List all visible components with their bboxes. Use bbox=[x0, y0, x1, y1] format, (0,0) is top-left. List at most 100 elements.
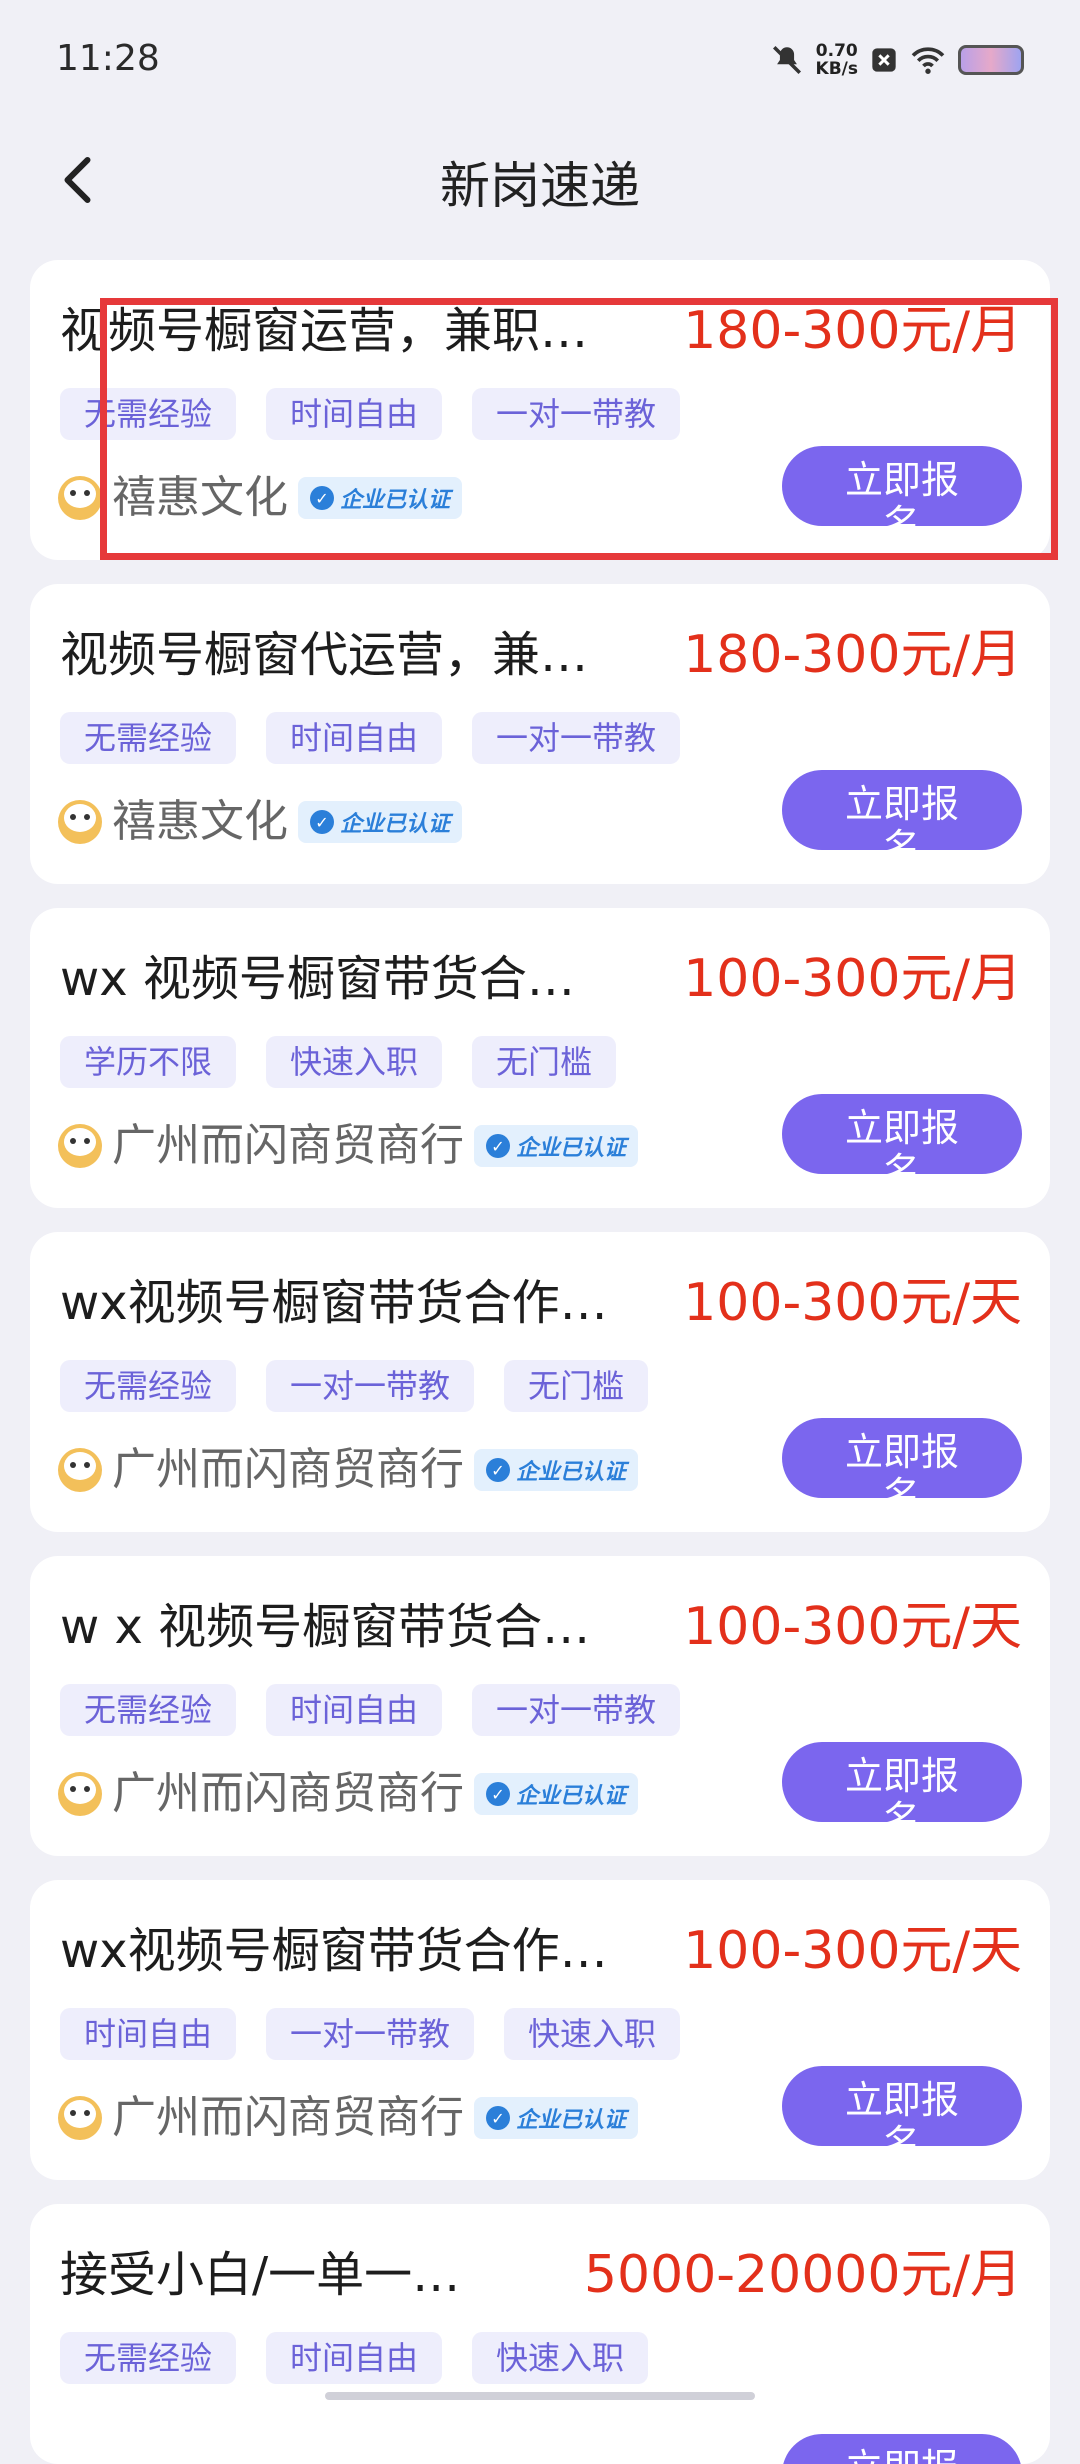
notification-x-icon bbox=[872, 48, 896, 72]
job-card[interactable]: 视频号橱窗代运营，兼… 180-300元/月 无需经验 时间自由 一对一带教 禧… bbox=[30, 584, 1050, 884]
check-icon: ✓ bbox=[486, 1134, 510, 1158]
job-tag: 一对一带教 bbox=[266, 1360, 475, 1412]
job-title: wx视频号橱窗带货合作… bbox=[60, 1923, 608, 1979]
job-tags: 无需经验 时间自由 一对一带教 bbox=[60, 712, 681, 764]
apply-button[interactable]: 立即报名 bbox=[782, 2434, 1022, 2464]
job-tag: 无需经验 bbox=[60, 1360, 237, 1412]
job-salary: 100-300元/天 bbox=[683, 1273, 1022, 1333]
battery-icon bbox=[958, 45, 1024, 75]
job-card[interactable]: wx 视频号橱窗带货合… 100-300元/月 学历不限 快速入职 无门槛 广州… bbox=[30, 908, 1050, 1208]
job-card[interactable]: w x 视频号橱窗带货合… 100-300元/天 无需经验 时间自由 一对一带教… bbox=[30, 1556, 1050, 1856]
check-icon: ✓ bbox=[486, 1458, 510, 1482]
job-tag: 一对一带教 bbox=[266, 2008, 475, 2060]
verified-badge: ✓ 企业已认证 bbox=[298, 801, 463, 843]
home-indicator[interactable] bbox=[325, 2392, 755, 2400]
job-tag: 无需经验 bbox=[60, 712, 237, 764]
job-tag: 无门槛 bbox=[504, 1360, 649, 1412]
company-name: 广州而闪商贸商行 bbox=[112, 1444, 464, 1495]
job-tag: 无需经验 bbox=[60, 2332, 237, 2384]
apply-button[interactable]: 立即报名 bbox=[782, 1094, 1022, 1174]
company-info: 广州而闪商贸商行 ✓ 企业已认证 bbox=[58, 1118, 639, 1174]
company-avatar bbox=[58, 476, 102, 520]
job-tag: 无门槛 bbox=[472, 1036, 617, 1088]
status-bar: 11:28 0.70 KB/s bbox=[0, 0, 1080, 120]
job-title: wx 视频号橱窗带货合… bbox=[60, 951, 575, 1007]
job-tag: 快速入职 bbox=[266, 1036, 443, 1088]
job-tags: 时间自由 一对一带教 快速入职 bbox=[60, 2008, 681, 2060]
apply-label: 立即报名 bbox=[844, 1106, 959, 1174]
job-salary: 100-300元/天 bbox=[683, 1921, 1022, 1981]
status-icons: 0.70 KB/s bbox=[770, 38, 1024, 82]
job-title: 接受小白/一单一… bbox=[60, 2247, 461, 2303]
verified-badge: ✓ 企业已认证 bbox=[474, 1125, 639, 1167]
job-tag: 无需经验 bbox=[60, 1684, 237, 1736]
check-icon: ✓ bbox=[486, 1782, 510, 1806]
page-title: 新岗速递 bbox=[440, 157, 640, 215]
job-tag: 快速入职 bbox=[504, 2008, 681, 2060]
job-tag: 学历不限 bbox=[60, 1036, 237, 1088]
speed-value: 0.70 bbox=[815, 41, 858, 61]
nav-bar: 新岗速递 bbox=[0, 120, 1080, 238]
apply-label: 立即报名 bbox=[844, 1754, 959, 1822]
job-tags: 学历不限 快速入职 无门槛 bbox=[60, 1036, 617, 1088]
job-tags: 无需经验 时间自由 快速入职 bbox=[60, 2332, 649, 2384]
apply-button[interactable]: 立即报名 bbox=[782, 2066, 1022, 2146]
job-tag: 时间自由 bbox=[60, 2008, 237, 2060]
apply-label: 立即报名 bbox=[844, 782, 959, 850]
job-tag: 时间自由 bbox=[266, 712, 443, 764]
job-tag: 时间自由 bbox=[266, 1684, 443, 1736]
company-info: 广州而闪商贸商行 ✓ 企业已认证 bbox=[58, 1766, 639, 1822]
highlight-box bbox=[100, 298, 1058, 560]
verified-label: 企业已认证 bbox=[516, 1784, 627, 1809]
company-info: 广州而闪商贸商行 ✓ 企业已认证 bbox=[58, 2090, 639, 2146]
job-title: w x 视频号橱窗带货合… bbox=[60, 1599, 591, 1655]
job-tag: 时间自由 bbox=[266, 2332, 443, 2384]
company-name: 禧惠文化 bbox=[112, 796, 288, 847]
job-tags: 无需经验 时间自由 一对一带教 bbox=[60, 1684, 681, 1736]
speed-indicator: 0.70 KB/s bbox=[816, 42, 858, 78]
apply-label: 立即报名 bbox=[844, 1430, 959, 1498]
job-tag: 一对一带教 bbox=[472, 1684, 681, 1736]
apply-label: 立即报名 bbox=[832, 2446, 972, 2464]
company-avatar bbox=[58, 800, 102, 844]
check-icon: ✓ bbox=[310, 810, 334, 834]
job-card[interactable]: 接受小白/一单一… 5000-20000元/月 无需经验 时间自由 快速入职 立… bbox=[30, 2204, 1050, 2464]
company-avatar bbox=[58, 1448, 102, 1492]
verified-badge: ✓ 企业已认证 bbox=[474, 1773, 639, 1815]
job-card[interactable]: wx视频号橱窗带货合作… 100-300元/天 无需经验 一对一带教 无门槛 广… bbox=[30, 1232, 1050, 1532]
job-tag: 快速入职 bbox=[472, 2332, 649, 2384]
company-name: 广州而闪商贸商行 bbox=[112, 2092, 464, 2143]
verified-label: 企业已认证 bbox=[340, 812, 451, 837]
company-avatar bbox=[58, 1772, 102, 1816]
verified-label: 企业已认证 bbox=[516, 1460, 627, 1485]
verified-badge: ✓ 企业已认证 bbox=[474, 2097, 639, 2139]
job-salary: 180-300元/月 bbox=[683, 625, 1022, 685]
verified-label: 企业已认证 bbox=[516, 1136, 627, 1161]
verified-label: 企业已认证 bbox=[516, 2108, 627, 2133]
job-tag: 一对一带教 bbox=[472, 712, 681, 764]
mute-icon bbox=[772, 45, 801, 75]
apply-button[interactable]: 立即报名 bbox=[782, 770, 1022, 850]
job-salary: 100-300元/天 bbox=[683, 1597, 1022, 1657]
job-tags: 无需经验 一对一带教 无门槛 bbox=[60, 1360, 649, 1412]
apply-button[interactable]: 立即报名 bbox=[782, 1418, 1022, 1498]
status-time: 11:28 bbox=[56, 38, 160, 79]
job-salary: 100-300元/月 bbox=[683, 949, 1022, 1009]
speed-unit: KB/s bbox=[815, 59, 858, 79]
apply-label: 立即报名 bbox=[844, 2078, 959, 2146]
job-card[interactable]: wx视频号橱窗带货合作… 100-300元/天 时间自由 一对一带教 快速入职 … bbox=[30, 1880, 1050, 2180]
verified-badge: ✓ 企业已认证 bbox=[474, 1449, 639, 1491]
apply-button[interactable]: 立即报名 bbox=[782, 1742, 1022, 1822]
job-list: 视频号橱窗运营，兼职… 180-300元/月 无需经验 时间自由 一对一带教 禧… bbox=[30, 260, 1050, 2464]
company-avatar bbox=[58, 2096, 102, 2140]
company-info: 广州而闪商贸商行 ✓ 企业已认证 bbox=[58, 1442, 639, 1498]
wifi-icon bbox=[911, 47, 945, 74]
check-icon: ✓ bbox=[486, 2106, 510, 2130]
job-title: 视频号橱窗代运营，兼… bbox=[60, 627, 589, 683]
company-info: 禧惠文化 ✓ 企业已认证 bbox=[58, 794, 463, 850]
job-salary: 5000-20000元/月 bbox=[583, 2245, 1022, 2305]
job-title: wx视频号橱窗带货合作… bbox=[60, 1275, 608, 1331]
company-name: 广州而闪商贸商行 bbox=[112, 1768, 464, 1819]
company-avatar bbox=[58, 1124, 102, 1168]
company-name: 广州而闪商贸商行 bbox=[112, 1120, 464, 1171]
